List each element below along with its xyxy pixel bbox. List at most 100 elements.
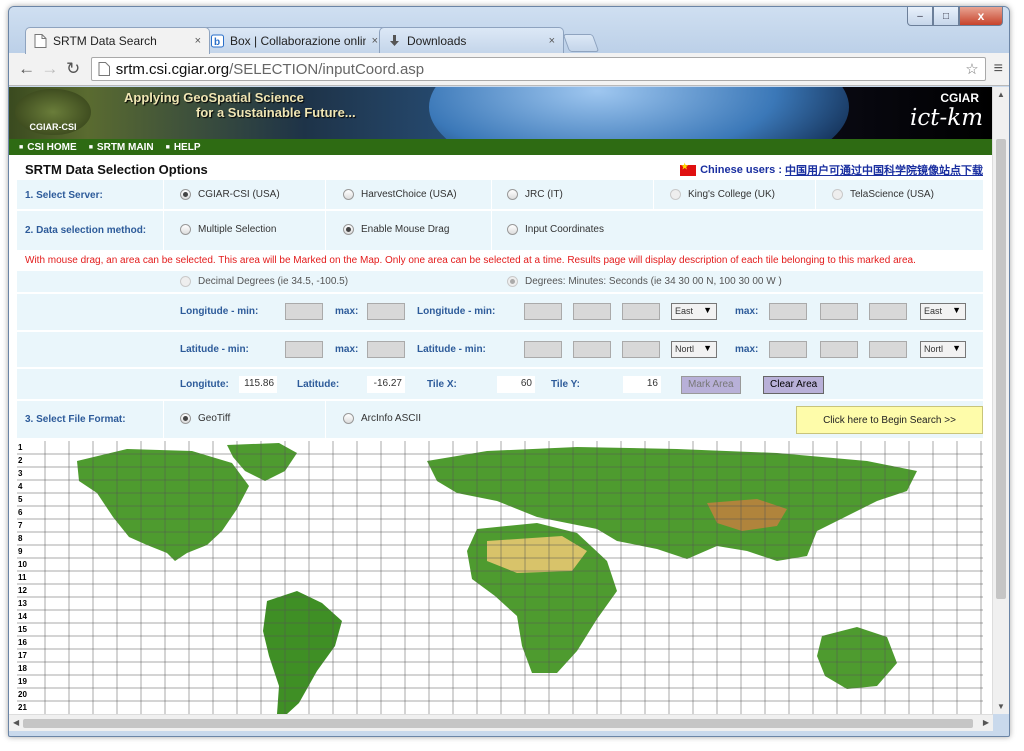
radio-button[interactable]	[180, 189, 191, 200]
tab-srtm-data-search[interactable]: SRTM Data Search ×	[25, 27, 210, 54]
scroll-right-arrow-icon[interactable]: ▶	[983, 718, 989, 727]
cursor-readout-row: Longitute: 115.86 Latitude: -16.27 Tile …	[17, 368, 983, 399]
method-input-coordinates[interactable]: Input Coordinates	[507, 224, 604, 235]
max-label: max:	[335, 306, 359, 317]
scroll-up-arrow-icon[interactable]: ▲	[997, 90, 1005, 99]
tab-downloads[interactable]: Downloads ×	[379, 27, 564, 53]
map-row-label: 10	[18, 560, 27, 569]
lat-max-deg-input[interactable]	[769, 341, 807, 358]
lon-max-hemisphere-select[interactable]: East ▼	[920, 303, 966, 320]
radio-button[interactable]	[507, 189, 518, 200]
horizontal-scrollbar[interactable]: ◀ ▶	[9, 714, 993, 731]
lat-min-hemisphere-select[interactable]: Nortl ▼	[671, 341, 717, 358]
select-value: Nortl	[675, 344, 695, 354]
lon-max-min-input[interactable]	[820, 303, 858, 320]
menu-icon[interactable]: ≡	[994, 60, 1003, 78]
page-icon	[34, 34, 47, 48]
method-enable-mouse-drag[interactable]: Enable Mouse Drag	[343, 224, 449, 235]
option-label: TelaScience (USA)	[850, 189, 934, 200]
nav-help[interactable]: HELP	[166, 142, 201, 153]
radio-button[interactable]	[180, 413, 191, 424]
site-nav: CSI HOME SRTM MAIN HELP	[9, 139, 993, 155]
scrollbar-thumb[interactable]	[996, 139, 1006, 599]
decimal-lon-min-input[interactable]	[285, 303, 323, 320]
tab-close-icon[interactable]: ×	[195, 35, 201, 47]
new-tab-button[interactable]	[562, 34, 600, 52]
lon-max-sec-input[interactable]	[869, 303, 907, 320]
close-window-button[interactable]: x	[959, 7, 1003, 26]
radio-button[interactable]	[343, 224, 354, 235]
longitude-row: Longitude - min: max: Longitude - min: E…	[17, 293, 983, 330]
begin-search-button[interactable]: Click here to Begin Search >>	[796, 406, 983, 434]
server-option-harvestchoice[interactable]: HarvestChoice (USA)	[343, 189, 457, 200]
lat-min-min-input[interactable]	[573, 341, 611, 358]
bookmark-star-icon[interactable]: ☆	[965, 60, 978, 78]
nav-srtm-main[interactable]: SRTM MAIN	[89, 142, 154, 153]
decimal-lon-max-input[interactable]	[367, 303, 405, 320]
earth-image	[429, 87, 849, 139]
reload-icon[interactable]: ↻	[61, 57, 84, 81]
world-map-image[interactable]	[17, 441, 983, 714]
tab-box-collaborazione[interactable]: b Box | Collaborazione onlin ×	[202, 27, 387, 53]
mark-area-button[interactable]: Mark Area	[681, 376, 741, 394]
server-option-cgiar[interactable]: CGIAR-CSI (USA)	[180, 189, 280, 200]
forward-arrow-icon[interactable]: →	[38, 57, 61, 81]
radio-button[interactable]	[343, 413, 354, 424]
chinese-mirror-link[interactable]: 中国用户可通过中国科学院镜像站点下载	[785, 162, 983, 178]
tab-strip: SRTM Data Search × b Box | Collaborazion…	[25, 27, 600, 54]
scrollbar-thumb[interactable]	[23, 719, 973, 728]
dms-longitude-min-label: Longitude - min:	[417, 306, 496, 317]
option-label: HarvestChoice (USA)	[361, 189, 457, 200]
radio-button[interactable]	[343, 189, 354, 200]
tab-close-icon[interactable]: ×	[549, 35, 555, 47]
method-multiple-selection[interactable]: Multiple Selection	[180, 224, 276, 235]
lat-min-deg-input[interactable]	[524, 341, 562, 358]
option-label: CGIAR-CSI (USA)	[198, 189, 280, 200]
format-arcinfo-ascii[interactable]: ArcInfo ASCII	[343, 413, 421, 424]
nav-csi-home[interactable]: CSI HOME	[19, 142, 76, 153]
lon-min-hemisphere-select[interactable]: East ▼	[671, 303, 717, 320]
server-option-kings-college[interactable]: King's College (UK)	[670, 189, 775, 200]
lon-min-min-input[interactable]	[573, 303, 611, 320]
option-label: GeoTiff	[198, 413, 231, 424]
lat-max-hemisphere-select[interactable]: Nortl ▼	[920, 341, 966, 358]
lon-min-deg-input[interactable]	[524, 303, 562, 320]
lon-max-deg-input[interactable]	[769, 303, 807, 320]
format-geotiff[interactable]: GeoTiff	[180, 413, 230, 424]
tab-close-icon[interactable]: ×	[372, 35, 378, 47]
scroll-left-arrow-icon[interactable]: ◀	[13, 718, 19, 727]
address-bar[interactable]: srtm.csi.cgiar.org/SELECTION/inputCoord.…	[90, 57, 986, 81]
lat-max-min-input[interactable]	[820, 341, 858, 358]
radio-button[interactable]	[670, 189, 681, 200]
map-row-label: 11	[18, 573, 27, 582]
tab-label: Box | Collaborazione onlin	[230, 33, 366, 48]
decimal-lat-max-input[interactable]	[367, 341, 405, 358]
latitude-readout-label: Latitude:	[297, 379, 340, 390]
server-option-jrc[interactable]: JRC (IT)	[507, 189, 563, 200]
lon-min-sec-input[interactable]	[622, 303, 660, 320]
maximize-button[interactable]: □	[933, 7, 959, 26]
dms-option[interactable]: Degrees: Minutes: Seconds (ie 34 30 00 N…	[507, 276, 782, 287]
tab-label: Downloads	[407, 33, 467, 48]
decimal-degrees-option[interactable]: Decimal Degrees (ie 34.5, -100.5)	[180, 276, 348, 287]
map-row-label: 14	[18, 612, 27, 621]
lat-max-sec-input[interactable]	[869, 341, 907, 358]
lat-min-sec-input[interactable]	[622, 341, 660, 358]
latitude-min-label: Latitude - min:	[180, 344, 249, 355]
decimal-lat-min-input[interactable]	[285, 341, 323, 358]
format-label: 3. Select File Format:	[25, 414, 126, 425]
tile-map[interactable]: 1 2 3 4 5 6 7 8 9 10 11 12 13 14 15 16 17 18 19 20 21	[17, 441, 983, 714]
radio-button[interactable]	[180, 276, 191, 287]
radio-button[interactable]	[180, 224, 191, 235]
minimize-button[interactable]: –	[907, 7, 933, 26]
back-arrow-icon[interactable]: ←	[15, 57, 38, 81]
scroll-down-arrow-icon[interactable]: ▼	[997, 702, 1005, 711]
radio-button[interactable]	[507, 224, 518, 235]
svg-text:b: b	[214, 37, 220, 48]
radio-button[interactable]	[507, 276, 518, 287]
server-option-telascience[interactable]: TelaScience (USA)	[832, 189, 934, 200]
radio-button[interactable]	[832, 189, 843, 200]
clear-area-button[interactable]: Clear Area	[763, 376, 825, 394]
select-value: East	[675, 306, 694, 316]
vertical-scrollbar[interactable]: ▲ ▼	[992, 87, 1009, 714]
